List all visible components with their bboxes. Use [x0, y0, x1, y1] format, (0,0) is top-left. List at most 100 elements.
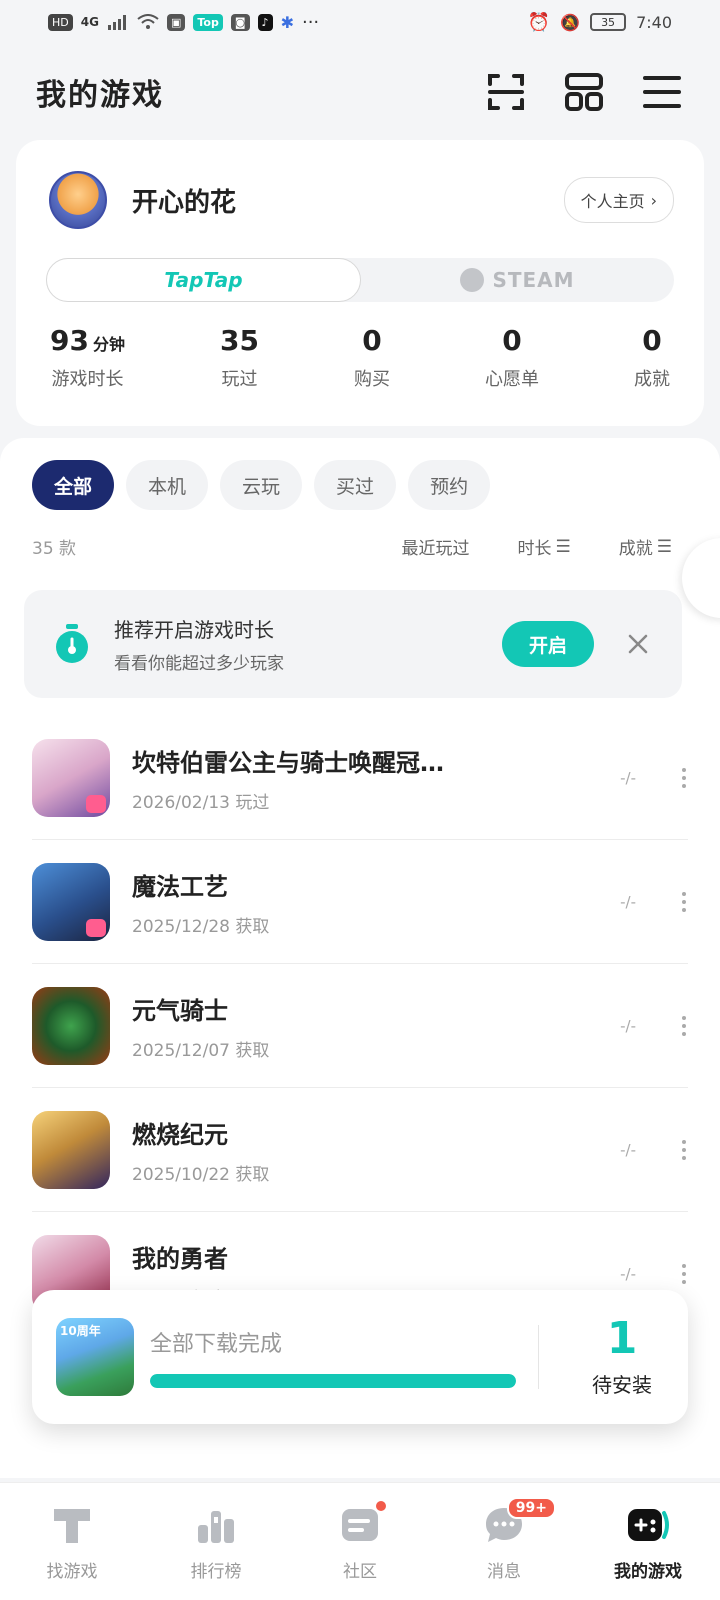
- network-indicator: 4G: [80, 15, 99, 29]
- baidu-icon: ✱: [280, 12, 294, 32]
- nav-rankings[interactable]: 排行榜: [144, 1483, 288, 1600]
- avatar[interactable]: [46, 168, 110, 232]
- sort-label: 最近玩过: [401, 539, 470, 559]
- more-options-icon[interactable]: [680, 891, 688, 912]
- stat-value: 93: [50, 324, 89, 357]
- tip-subtitle: 看看你能超过多少玩家: [114, 654, 284, 674]
- game-notification-icon: ◙: [230, 13, 250, 31]
- sort-icon: ☰: [656, 536, 672, 557]
- pending-label: 待安装: [592, 1372, 652, 1397]
- list-item[interactable]: 魔法工艺 2025/12/28 获取 -/-: [32, 840, 688, 964]
- sort-recent[interactable]: 最近玩过: [402, 534, 470, 559]
- nav-label: 社区: [343, 1562, 377, 1582]
- nav-find-games[interactable]: 找游戏: [0, 1483, 144, 1600]
- nav-community[interactable]: 社区: [288, 1483, 432, 1600]
- game-duration: -/-: [620, 1016, 636, 1035]
- game-count: 35 款: [32, 539, 77, 559]
- stat-wishlist[interactable]: 0 心愿单: [485, 324, 539, 391]
- chevron-right-icon: ›: [650, 190, 657, 210]
- playtime-tip-banner: 推荐开启游戏时长 看看你能超过多少玩家 开启: [24, 590, 682, 698]
- more-notifications-icon: ···: [301, 11, 320, 33]
- homepage-label: 个人主页: [580, 192, 645, 211]
- taptap-notification-icon: Top: [193, 13, 223, 31]
- more-options-icon[interactable]: [680, 767, 688, 788]
- game-name: 魔法工艺: [132, 872, 228, 901]
- more-options-icon[interactable]: [680, 1015, 688, 1036]
- nav-label: 排行榜: [190, 1562, 242, 1582]
- game-meta: 2025/12/28 获取: [132, 916, 270, 937]
- stat-achievements[interactable]: 0 成就: [634, 324, 670, 391]
- list-item[interactable]: 坎特伯雷公主与骑士唤醒冠… 2026/02/13 玩过 -/-: [32, 716, 688, 840]
- download-progress-fill: [150, 1374, 516, 1388]
- list-item[interactable]: 燃烧纪元 2025/10/22 获取 -/-: [32, 1088, 688, 1212]
- game-icon: [32, 986, 110, 1065]
- stat-purchased[interactable]: 0 购买: [354, 324, 390, 391]
- chip-bought[interactable]: 买过: [314, 460, 397, 510]
- notification-dot: [374, 1499, 388, 1513]
- username: 开心的花: [132, 187, 237, 218]
- stat-playtime[interactable]: 93 分钟 游戏时长: [50, 324, 125, 391]
- stat-value: 0: [362, 324, 382, 357]
- close-icon[interactable]: [624, 630, 652, 658]
- download-progress-bar: [150, 1374, 516, 1388]
- pending-count: 1: [606, 1312, 638, 1364]
- nav-messages[interactable]: 99+ 消息: [432, 1483, 576, 1600]
- filter-chips: 全部 本机 云玩 买过 预约: [32, 460, 491, 510]
- tip-title: 推荐开启游戏时长: [114, 618, 274, 642]
- homepage-button[interactable]: 个人主页 ›: [563, 177, 674, 223]
- ranking-icon: [198, 1511, 234, 1543]
- sort-achievement[interactable]: 成就 ☰: [618, 534, 672, 560]
- sort-label: 成就: [618, 539, 653, 559]
- steam-label: STEAM: [492, 268, 575, 292]
- stat-value: 0: [642, 324, 662, 357]
- enable-playtime-button[interactable]: 开启: [502, 621, 594, 667]
- layout-grid-icon[interactable]: [562, 70, 606, 114]
- platform-toggle: TapTap STEAM: [46, 258, 674, 302]
- chip-all[interactable]: 全部: [32, 460, 115, 510]
- battery-icon: 35: [590, 13, 627, 31]
- divider: [538, 1325, 539, 1389]
- stat-value: 0: [502, 324, 522, 357]
- stat-value: 35: [219, 324, 259, 357]
- scan-icon[interactable]: [484, 70, 528, 114]
- bottom-nav: 找游戏 排行榜 社区 99+ 消息 我的游戏: [0, 1482, 720, 1600]
- list-item[interactable]: 元气骑士 2025/12/07 获取 -/-: [32, 964, 688, 1088]
- game-icon: [32, 1110, 110, 1189]
- game-meta: 2025/10/22 获取: [132, 1164, 270, 1185]
- game-name: 燃烧纪元: [132, 1120, 228, 1149]
- download-status-card[interactable]: 10周年 全部下载完成 1 待安装: [32, 1290, 688, 1424]
- sort-label: 时长: [517, 539, 552, 559]
- game-name: 坎特伯雷公主与骑士唤醒冠…: [132, 748, 444, 777]
- menu-icon[interactable]: [640, 70, 684, 114]
- platform-steam-tab[interactable]: STEAM: [361, 258, 674, 302]
- nav-my-games[interactable]: 我的游戏: [576, 1483, 720, 1600]
- game-duration: -/-: [620, 1264, 636, 1283]
- stat-label: 购买: [353, 369, 390, 390]
- stats-row: 93 分钟 游戏时长 35 玩过 0 购买 0 心愿单 0 成就: [46, 324, 674, 391]
- game-name: 我的勇者: [132, 1244, 228, 1273]
- sort-duration[interactable]: 时长 ☰: [517, 534, 571, 560]
- more-options-icon[interactable]: [680, 1139, 688, 1160]
- alarm-icon: ⏰: [527, 11, 551, 33]
- pending-install[interactable]: 1 待安装: [592, 1312, 652, 1398]
- header: 我的游戏: [0, 60, 720, 124]
- cloud-badge-icon: [86, 794, 106, 813]
- status-bar: HD 4G ▣ Top ◙ ♪ ✱ ··· ⏰ 🔕 35 7:40: [0, 0, 720, 44]
- game-icon: [32, 738, 110, 817]
- stat-played[interactable]: 35 玩过: [220, 324, 259, 391]
- chip-cloud[interactable]: 云玩: [220, 460, 303, 510]
- cloud-badge-icon: [86, 918, 106, 937]
- stat-unit: 分钟: [92, 335, 125, 354]
- game-duration: -/-: [620, 1140, 636, 1159]
- mute-icon: 🔕: [560, 12, 581, 32]
- chip-local[interactable]: 本机: [126, 460, 209, 510]
- tiktok-icon: ♪: [257, 13, 273, 31]
- nav-label: 找游戏: [46, 1562, 98, 1582]
- profile-card: 开心的花 个人主页 › TapTap STEAM 93 分钟 游戏时长 35 玩过…: [16, 140, 704, 426]
- nav-label: 我的游戏: [614, 1562, 682, 1582]
- chip-reserved[interactable]: 预约: [408, 460, 491, 510]
- more-options-icon[interactable]: [680, 1263, 688, 1284]
- stat-label: 心愿单: [484, 369, 539, 390]
- platform-taptap-tab[interactable]: TapTap: [46, 258, 361, 302]
- stat-label: 游戏时长: [51, 369, 124, 390]
